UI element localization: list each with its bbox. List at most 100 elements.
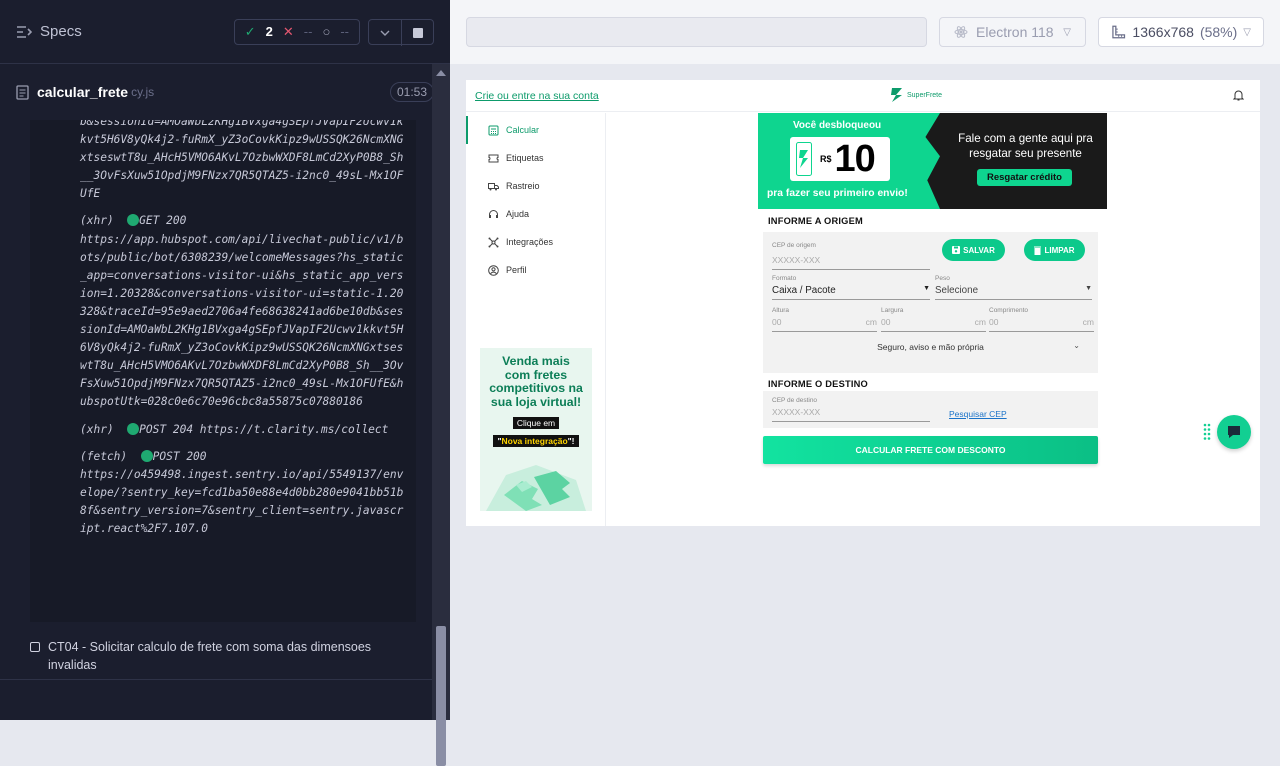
ruler-icon	[1112, 25, 1126, 39]
width-input[interactable]: 00 cm	[881, 317, 986, 332]
format-value: Caixa / Pacote ▼	[772, 285, 930, 300]
browser-selector[interactable]: Electron 118 ▽	[939, 17, 1086, 47]
passed-count: 2	[265, 24, 273, 39]
sidebar-item-etiquetas[interactable]: Etiquetas	[466, 144, 605, 172]
search-cep-link[interactable]: Pesquisar CEP	[949, 409, 1007, 419]
scroll-up-icon[interactable]	[436, 70, 446, 76]
origin-cep-input[interactable]: XXXXX-XXX	[772, 255, 930, 270]
success-dot-icon	[127, 214, 140, 227]
chevron-down-icon[interactable]	[369, 20, 401, 46]
logo-text: SuperFrete	[907, 91, 943, 99]
run-stats: ✓ 2 ✕ -- ○ --	[233, 18, 434, 46]
promo-ad[interactable]: Venda mais com fretes competitivos na su…	[480, 348, 592, 511]
ad-quote-close: "!	[567, 436, 575, 446]
chevron-down-icon: ▽	[1243, 26, 1251, 38]
pending-count: --	[340, 24, 349, 39]
length-field[interactable]: Comprimento 00 cm	[989, 307, 1094, 332]
clear-button[interactable]: LIMPAR	[1024, 239, 1085, 261]
logo-icon	[891, 88, 902, 102]
command-log: b&sessionId=AMOaWbL2KHg1BVxga4gSEpfJVapI…	[30, 120, 416, 622]
electron-icon	[954, 26, 968, 38]
trash-icon	[1034, 246, 1042, 255]
origin-section-title: INFORME A ORIGEM	[768, 216, 863, 226]
log-entry[interactable]: (xhr) POST 204 https://t.clarity.ms/coll…	[80, 421, 410, 439]
length-input[interactable]: 00 cm	[989, 317, 1094, 332]
browser-label: Electron 118	[976, 24, 1054, 40]
weight-select[interactable]: Peso Selecione ▼	[935, 275, 1092, 300]
save-button[interactable]: SALVAR	[942, 239, 1005, 261]
sidebar-item-integracoes[interactable]: Integrações	[466, 228, 605, 256]
destination-cep-label: CEP de destino	[772, 397, 818, 404]
failed-icon: ✕	[282, 23, 294, 39]
reporter-scrollbar[interactable]	[432, 64, 450, 766]
app-topbar: Crie ou entre na sua conta SuperFrete	[466, 80, 1260, 112]
log-entry[interactable]: (fetch) POST 200 https://o459498.ingest.…	[80, 448, 410, 538]
save-icon	[952, 246, 961, 254]
destination-cep-field[interactable]: CEP de destino XXXXX-XXX	[772, 397, 930, 422]
promo-banner[interactable]: Você desbloqueou R$ 10 pra fazer seu pri…	[758, 113, 1107, 209]
scroll-thumb[interactable]	[436, 626, 446, 766]
origin-cep-field[interactable]: CEP de origem XXXXX-XXX	[772, 242, 930, 270]
banner-bottom-text: pra fazer seu primeiro envio!	[767, 188, 908, 199]
format-select[interactable]: Formato Caixa / Pacote ▼	[772, 275, 930, 300]
pending-checkbox-icon	[30, 642, 40, 652]
calculate-button[interactable]: CALCULAR FRETE COM DESCONTO	[763, 436, 1098, 464]
height-label: Altura	[772, 307, 789, 314]
origin-cep-label: CEP de origem	[772, 242, 816, 249]
sidebar-item-rastreio[interactable]: Rastreio	[466, 172, 605, 200]
viewport-selector[interactable]: 1366x768 (58%) ▽	[1098, 17, 1264, 47]
height-field[interactable]: Altura 00 cm	[772, 307, 877, 332]
failed-count: --	[303, 24, 313, 39]
destination-section-title: INFORME O DESTINO	[768, 379, 868, 389]
sidebar-item-calcular[interactable]: Calcular	[466, 116, 605, 144]
log-method: GET 200	[139, 214, 187, 228]
destination-cep-input[interactable]: XXXXX-XXX	[772, 407, 930, 422]
bell-icon[interactable]	[1233, 89, 1244, 101]
format-label: Formato	[772, 275, 797, 282]
weight-label: Peso	[935, 275, 950, 282]
success-dot-icon	[127, 422, 140, 435]
height-input[interactable]: 00 cm	[772, 317, 877, 332]
app-frame: Crie ou entre na sua conta SuperFrete Ca…	[466, 80, 1260, 526]
length-unit: cm	[1082, 317, 1094, 327]
banner-top-text: Você desbloqueou	[793, 120, 882, 131]
stop-icon[interactable]	[401, 19, 433, 46]
logo[interactable]: SuperFrete	[890, 87, 942, 103]
clear-label: LIMPAR	[1044, 245, 1075, 255]
width-field[interactable]: Largura 00 cm	[881, 307, 986, 332]
chat-bubble-icon	[1228, 426, 1240, 438]
origin-form: CEP de origem XXXXX-XXX SALVAR LIMPAR Fo…	[763, 232, 1098, 373]
specs-button[interactable]: Specs	[16, 23, 82, 40]
save-label: SALVAR	[963, 245, 995, 255]
sidebar-item-perfil[interactable]: Perfil	[466, 256, 605, 284]
width-placeholder: 00	[881, 317, 891, 327]
log-prefix: (xhr)	[80, 214, 114, 228]
drag-handle-icon[interactable]	[1203, 423, 1211, 441]
spec-row[interactable]: calcular_frete cy.js 01:53	[0, 64, 450, 120]
login-link[interactable]: Crie ou entre na sua conta	[475, 90, 599, 102]
test-item[interactable]: CT04 - Solicitar calculo de frete com so…	[30, 638, 420, 674]
spec-name: calcular_frete	[37, 84, 129, 100]
spec-ext: cy.js	[131, 85, 155, 99]
chevron-down-icon: ⌄	[1073, 341, 1080, 350]
height-unit: cm	[865, 317, 877, 327]
redeem-credit-button[interactable]: Resgatar crédito	[977, 169, 1072, 186]
log-entry[interactable]: b&sessionId=AMOaWbL2KHg1BVxga4gSEpfJVapI…	[80, 120, 410, 203]
extras-accordion[interactable]: Seguro, aviso e mão própria ⌄	[763, 341, 1098, 352]
weight-value: Selecione ▼	[935, 285, 1092, 300]
specs-list-icon	[17, 25, 32, 38]
url-bar[interactable]	[466, 17, 927, 47]
extras-label: Seguro, aviso e mão própria	[877, 342, 984, 352]
ad-title: Venda mais com fretes competitivos na su…	[489, 354, 583, 409]
calculator-icon	[488, 125, 499, 135]
test-title: CT04 - Solicitar calculo de frete com so…	[48, 640, 372, 672]
sidebar-item-ajuda[interactable]: Ajuda	[466, 200, 605, 228]
ad-cta-highlight: Nova integração	[501, 436, 568, 446]
chat-button[interactable]	[1217, 415, 1251, 449]
sidebar-item-label: Etiquetas	[506, 153, 544, 163]
passed-icon: ✓	[244, 23, 256, 39]
log-entry[interactable]: (xhr) GET 200 https://app.hubspot.com/ap…	[80, 212, 410, 411]
width-label: Largura	[881, 307, 904, 314]
scroll-down-icon[interactable]	[436, 708, 446, 714]
reporter-header: Specs ✓ 2 ✕ -- ○ --	[0, 0, 450, 64]
